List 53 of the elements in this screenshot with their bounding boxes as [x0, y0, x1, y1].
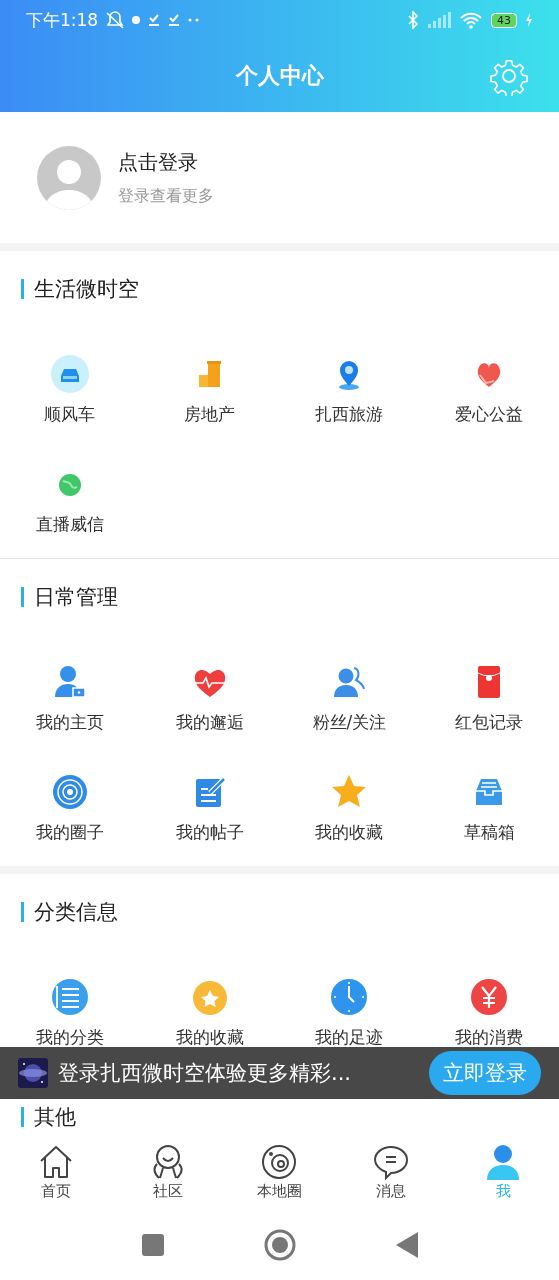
- menu-item-label[interactable]: 直播威信: [35, 513, 104, 536]
- battery-level: 43: [491, 12, 517, 28]
- page-title: 个人中心: [235, 62, 324, 90]
- recents-button[interactable]: [141, 1234, 164, 1256]
- dot-icon: [132, 16, 141, 24]
- login-hint: 登录查看更多: [118, 185, 214, 207]
- section-title: 分类信息: [34, 899, 118, 926]
- menu-item-label[interactable]: 我的分类: [35, 1026, 104, 1049]
- section-title: 日常管理: [34, 584, 118, 611]
- menu-item-label[interactable]: 红包记录: [455, 711, 524, 734]
- menu-item-label[interactable]: 草稿箱: [463, 821, 515, 844]
- menu-item-label[interactable]: 我的主页: [35, 711, 104, 734]
- wifi-icon: [459, 11, 483, 29]
- section-marker: [21, 902, 24, 922]
- check-icon: [148, 13, 161, 27]
- menu-item-label[interactable]: 我的圈子: [35, 821, 104, 844]
- status-time: 下午1:18: [26, 8, 99, 32]
- menu-item-label[interactable]: 我的帖子: [175, 821, 244, 844]
- menu-item-label[interactable]: 我的收藏: [315, 821, 384, 844]
- menu-item-label[interactable]: 爱心公益: [455, 403, 524, 426]
- signal-icon: [427, 12, 451, 28]
- orbit-icon: [260, 1144, 299, 1180]
- section-marker: [21, 1107, 24, 1127]
- back-button[interactable]: [395, 1232, 418, 1258]
- banner-text: 登录扎西微时空体验更多精彩...: [58, 1060, 353, 1087]
- tab[interactable]: 首页: [0, 1135, 112, 1210]
- tab[interactable]: 社区: [111, 1135, 224, 1210]
- section-title: 生活微时空: [34, 276, 139, 303]
- section-marker: [21, 279, 24, 299]
- yen-icon[interactable]: [470, 978, 509, 1016]
- menu-item-label[interactable]: 房地产: [184, 403, 236, 426]
- charging-icon: [525, 13, 533, 27]
- login-link[interactable]: 点击登录: [118, 148, 214, 176]
- menu-item-label[interactable]: 扎西旅游: [315, 403, 384, 426]
- check-icon: [168, 13, 181, 27]
- tab[interactable]: 消息: [335, 1135, 448, 1210]
- muted-bell-icon: [106, 11, 125, 29]
- bluetooth-icon: [407, 11, 419, 29]
- list-icon[interactable]: [50, 978, 89, 1016]
- menu-item-label[interactable]: 我的足迹: [315, 1026, 384, 1049]
- section-marker: [21, 587, 24, 607]
- chat-icon: [372, 1144, 411, 1180]
- menu-item-label[interactable]: 我的消费: [455, 1026, 524, 1049]
- target-icon[interactable]: [50, 773, 89, 811]
- menu-item-label[interactable]: 粉丝/关注: [312, 711, 387, 734]
- tab[interactable]: 本地圈: [223, 1135, 336, 1210]
- menu-item-label[interactable]: 我的收藏: [175, 1026, 244, 1049]
- menu-item-label[interactable]: 顺风车: [44, 403, 96, 426]
- more-icon: [188, 18, 201, 22]
- section-title: 其他: [34, 1104, 76, 1131]
- clock-icon[interactable]: [330, 978, 369, 1016]
- menu-item-label[interactable]: 我的邂逅: [175, 711, 244, 734]
- home-button[interactable]: [263, 1229, 296, 1261]
